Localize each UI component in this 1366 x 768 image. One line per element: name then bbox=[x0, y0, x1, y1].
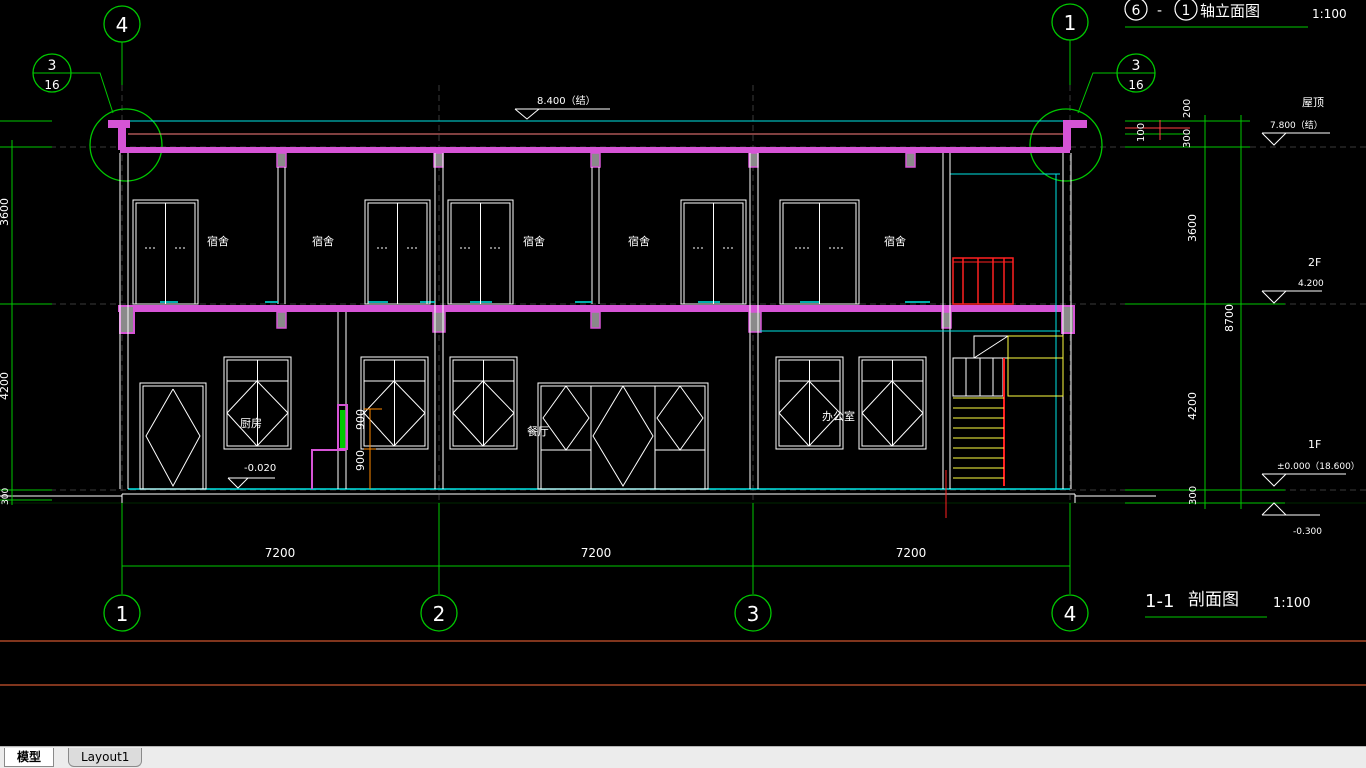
svg-text:3: 3 bbox=[747, 602, 760, 626]
svg-text:2: 2 bbox=[433, 602, 446, 626]
section-title-number: 1-1 bbox=[1145, 591, 1174, 612]
elev-title-axis-b: 1 bbox=[1182, 3, 1191, 19]
svg-text:7.800（结）: 7.800（结） bbox=[1270, 119, 1323, 131]
room-label-dining: 餐厅 bbox=[527, 424, 549, 438]
cad-drawing-canvas[interactable]: 6 - 1 轴立面图 1:100 4 1 3 16 3 16 8.400（结） … bbox=[0, 0, 1366, 746]
svg-text:8.400（结）: 8.400（结） bbox=[537, 94, 596, 107]
tab-layout1[interactable]: Layout1 bbox=[68, 748, 143, 767]
svg-text:100: 100 bbox=[1136, 123, 1147, 142]
svg-text:2F: 2F bbox=[1308, 256, 1321, 269]
svg-text:300: 300 bbox=[1182, 129, 1193, 148]
room-label-dorm-4: 宿舍 bbox=[628, 234, 650, 248]
elev-title-axis-a: 6 bbox=[1132, 3, 1141, 19]
svg-text:屋顶: 屋顶 bbox=[1302, 96, 1324, 109]
elev-title-dash: - bbox=[1157, 3, 1162, 19]
svg-text:8700: 8700 bbox=[1223, 304, 1236, 332]
bay-dim-1: 7200 bbox=[265, 546, 296, 560]
room-label-office: 办公室 bbox=[822, 409, 855, 423]
layout-tab-bar: 模型 Layout1 bbox=[0, 746, 1366, 768]
section-title-scale: 1:100 bbox=[1273, 596, 1310, 611]
svg-text:16: 16 bbox=[1128, 78, 1143, 92]
svg-text:1: 1 bbox=[116, 602, 129, 626]
elev-title-name: 轴立面图 bbox=[1200, 2, 1260, 20]
svg-text:300: 300 bbox=[1188, 486, 1199, 505]
room-label-dorm-3: 宿舍 bbox=[523, 234, 545, 248]
room-label-kitchen: 厨房 bbox=[240, 417, 262, 430]
svg-text:3: 3 bbox=[48, 58, 57, 74]
svg-text:3600: 3600 bbox=[1186, 214, 1199, 242]
svg-text:1F: 1F bbox=[1308, 438, 1321, 451]
dim-900-bottom: 900 bbox=[354, 450, 367, 471]
svg-text:-0.020: -0.020 bbox=[244, 463, 276, 474]
svg-text:4: 4 bbox=[1064, 602, 1077, 626]
dim-900-top: 900 bbox=[354, 409, 367, 430]
svg-text:16: 16 bbox=[44, 78, 59, 92]
svg-text:±0.000（18.600）: ±0.000（18.600） bbox=[1277, 461, 1360, 472]
bay-dim-2: 7200 bbox=[581, 546, 612, 560]
tab-model[interactable]: 模型 bbox=[4, 748, 55, 767]
svg-text:3: 3 bbox=[1132, 58, 1141, 74]
left-dim-base: 300 bbox=[1, 488, 11, 505]
room-label-dorm-5: 宿舍 bbox=[884, 234, 906, 248]
room-label-dorm-2: 宿舍 bbox=[312, 234, 334, 248]
axis-label: 1 bbox=[1064, 11, 1077, 35]
svg-text:-0.300: -0.300 bbox=[1293, 527, 1322, 537]
room-label-dorm-1: 宿舍 bbox=[207, 234, 229, 248]
svg-text:4200: 4200 bbox=[1186, 392, 1199, 420]
elev-title-scale: 1:100 bbox=[1312, 7, 1347, 21]
axis-label: 4 bbox=[116, 13, 129, 37]
bay-dim-3: 7200 bbox=[896, 546, 927, 560]
left-dim-upper: 3600 bbox=[0, 198, 11, 226]
left-dim-lower: 4200 bbox=[0, 372, 11, 400]
svg-text:4.200: 4.200 bbox=[1298, 279, 1324, 289]
svg-text:200: 200 bbox=[1182, 99, 1193, 118]
section-title-name: 剖面图 bbox=[1188, 590, 1239, 610]
